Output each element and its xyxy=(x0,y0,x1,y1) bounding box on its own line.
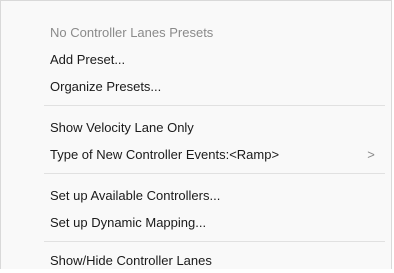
menu-item-label: Set up Available Controllers... xyxy=(50,187,221,203)
menu-item-organize-presets[interactable]: Organize Presets... xyxy=(1,73,391,99)
menu-item-label: No Controller Lanes Presets xyxy=(50,24,214,40)
menu-item-label: Show/Hide Controller Lanes xyxy=(50,252,212,268)
menu-item-show-hide-controller-lanes[interactable]: Show/Hide Controller Lanes xyxy=(1,247,391,273)
chevron-right-icon: > xyxy=(367,146,375,162)
menu-separator xyxy=(44,105,385,106)
menu-item-add-preset[interactable]: Add Preset... xyxy=(1,46,391,72)
menu-item-label: Show Velocity Lane Only xyxy=(50,119,194,135)
menu-separator xyxy=(44,173,385,174)
menu-item-label: Add Preset... xyxy=(50,51,126,67)
menu-item-label: Organize Presets... xyxy=(50,78,162,94)
menu-item-type-of-new-controller-events[interactable]: Type of New Controller Events:<Ramp> > xyxy=(1,141,391,167)
menu-item-no-controller-lanes-presets: No Controller Lanes Presets xyxy=(1,19,391,45)
menu-item-label: Type of New Controller Events:<Ramp> xyxy=(50,146,280,162)
menu-item-show-velocity-lane-only[interactable]: Show Velocity Lane Only xyxy=(1,114,391,140)
menu-item-label: Set up Dynamic Mapping... xyxy=(50,214,207,230)
menu-separator xyxy=(44,241,385,242)
context-menu: No Controller Lanes Presets Add Preset..… xyxy=(0,0,392,269)
menu-item-set-up-available-controllers[interactable]: Set up Available Controllers... xyxy=(1,182,391,208)
menu-item-set-up-dynamic-mapping[interactable]: Set up Dynamic Mapping... xyxy=(1,209,391,235)
